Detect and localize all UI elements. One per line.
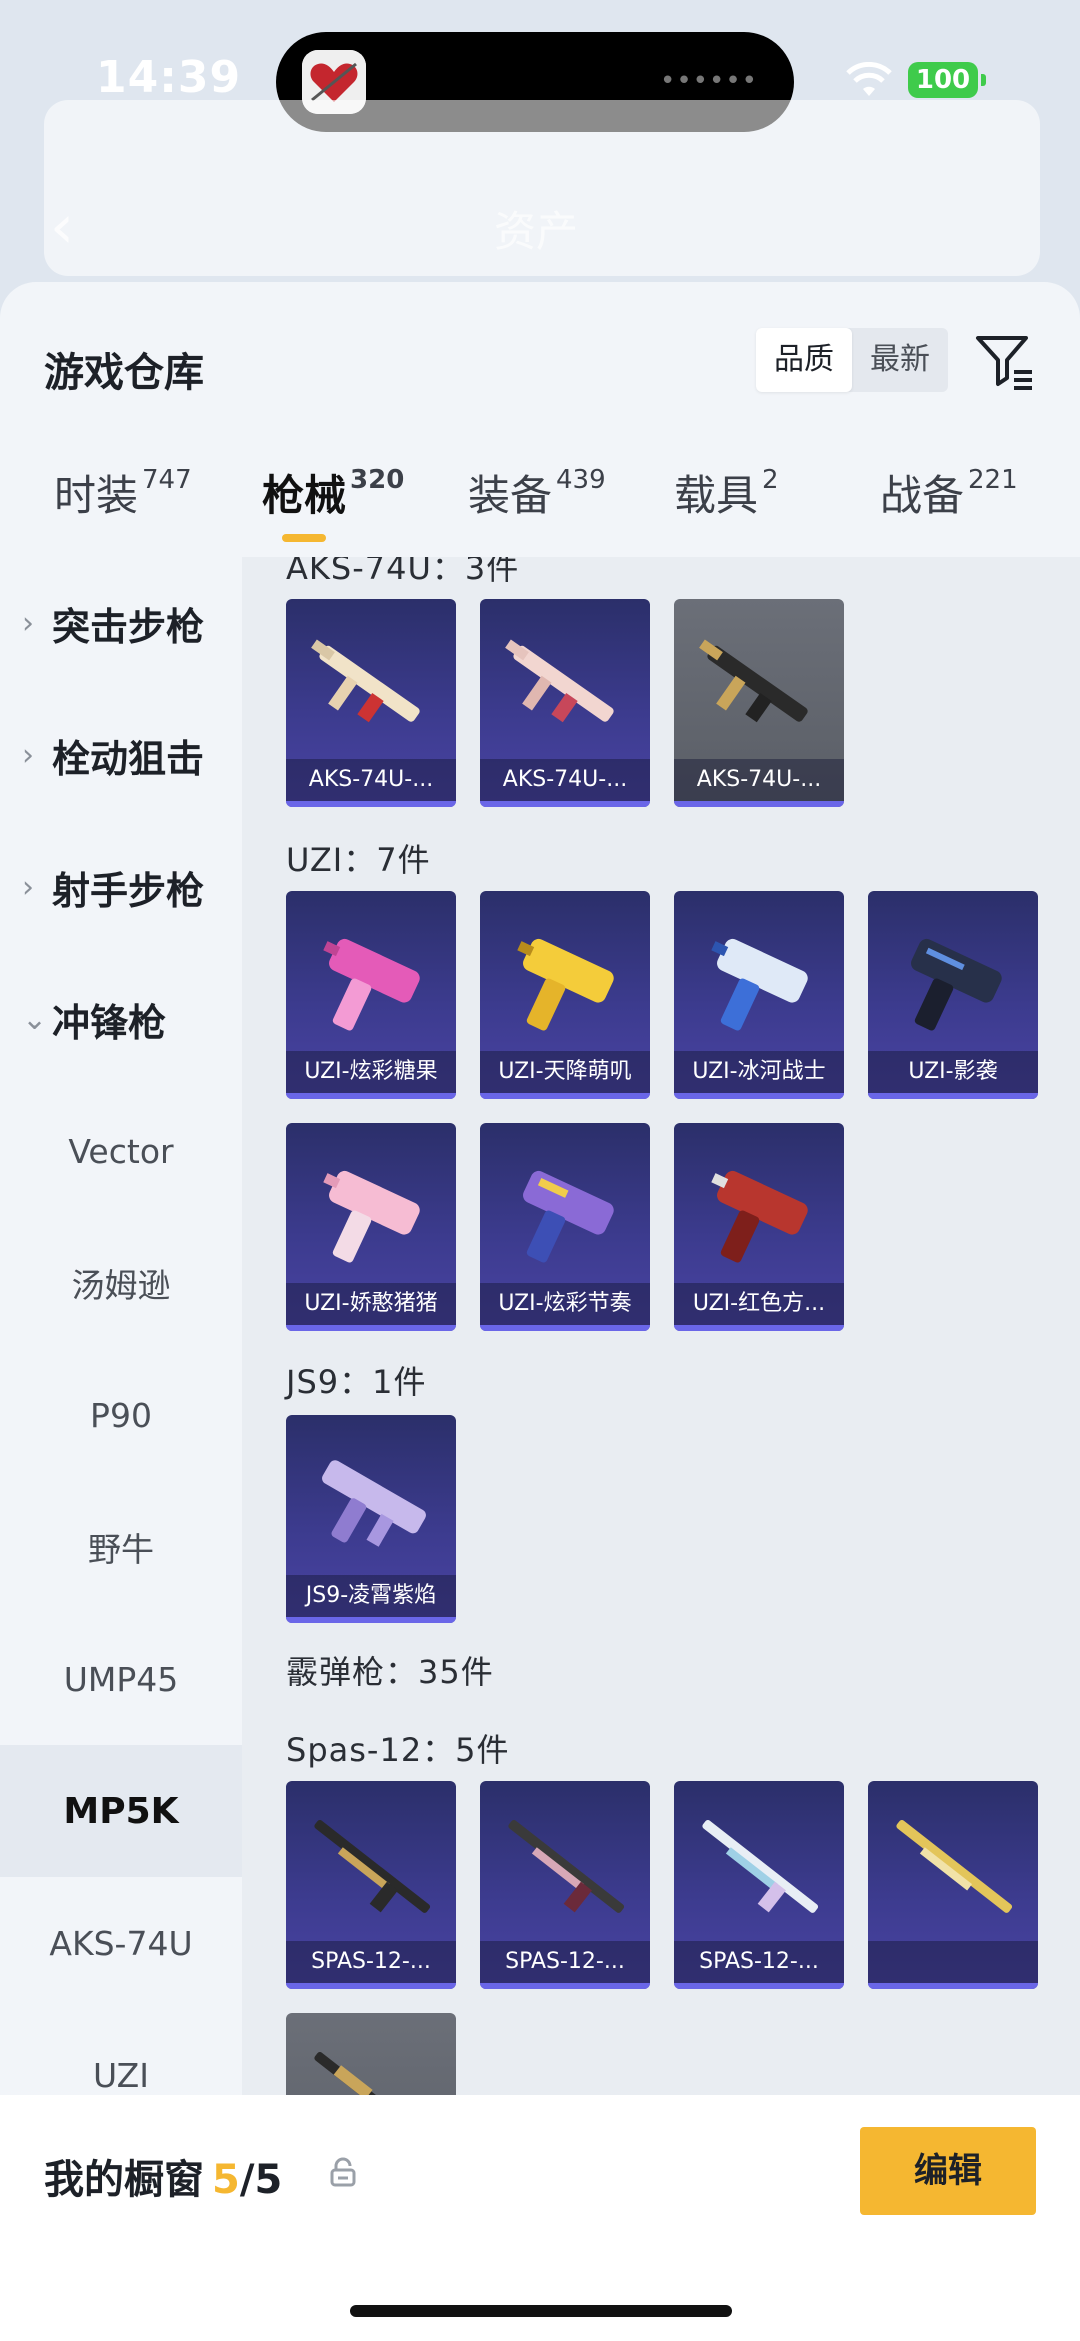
group-label-shotgun: 霰弹枪：35件 — [286, 1653, 494, 1691]
weapon-card[interactable]: UZI-娇憨猪猪 — [286, 1123, 456, 1331]
sidebar-item-ump45[interactable]: UMP45 — [0, 1613, 242, 1745]
group-label-js9: JS9：1件 — [286, 1363, 427, 1401]
smg-icon — [323, 1170, 420, 1263]
chevron-right-icon: › — [22, 737, 34, 773]
weapon-card[interactable]: JS9-凌霄紫焰 — [286, 1415, 456, 1623]
nav-title: 资产 — [494, 207, 579, 256]
battery-indicator: 100 — [908, 62, 986, 98]
sidebar-item-aks74u[interactable]: AKS-74U — [0, 1877, 242, 2009]
rifle-icon — [311, 639, 420, 723]
rifle-icon — [699, 639, 808, 723]
group-label-uzi: UZI：7件 — [286, 841, 431, 879]
weapon-card[interactable]: AKS-74U-... — [674, 599, 844, 807]
sidebar-item-vector[interactable]: Vector — [0, 1085, 242, 1217]
sidebar-cat-smg[interactable]: ⌄ 冲锋枪 — [0, 953, 242, 1085]
weapon-card[interactable]: SPAS-12-... — [286, 1781, 456, 1989]
showcase-count: 5 — [212, 2157, 240, 2203]
sort-latest[interactable]: 最新 — [852, 328, 948, 392]
island-dots: •••••• — [659, 66, 758, 96]
tab-vehicles[interactable]: 载具 2 — [674, 462, 779, 523]
sidebar-item-mp5k[interactable]: MP5K — [0, 1745, 242, 1877]
filter-icon[interactable] — [974, 330, 1034, 390]
group-label-spas12: Spas-12：5件 — [286, 1731, 510, 1769]
chevron-down-icon: ⌄ — [22, 1001, 48, 1037]
smg-icon — [711, 1170, 808, 1263]
tab-firearms[interactable]: 枪械 320 — [262, 462, 404, 523]
shotgun-icon — [314, 1819, 431, 1913]
showcase-label: 我的橱窗 5/5 — [44, 2157, 283, 2203]
weapon-grid: AKS-74U：3件 AKS-74U-... AKS-74U-... AKS-7… — [242, 557, 1080, 2341]
showcase-total: /5 — [239, 2157, 283, 2203]
category-tabs: 时装 747 枪械 320 装备 439 载具 2 战备 221 — [0, 462, 1080, 562]
wifi-icon — [846, 62, 892, 96]
smg-icon — [911, 938, 1002, 1031]
weapon-card[interactable] — [868, 1781, 1038, 1989]
sidebar-cat-bolt-sniper[interactable]: › 栓动狙击 — [0, 689, 242, 821]
sidebar-item-bizon[interactable]: 野牛 — [0, 1481, 242, 1613]
chevron-right-icon: › — [22, 869, 34, 905]
sidebar-item-thompson[interactable]: 汤姆逊 — [0, 1217, 242, 1349]
shotgun-icon — [896, 1819, 1013, 1913]
smg-icon — [711, 938, 808, 1031]
weapon-sidebar: › 突击步枪 › 栓动狙击 › 射手步枪 ⌄ 冲锋枪 Vector 汤姆逊 P90 野牛… — [0, 557, 242, 2341]
sidebar-cat-assault-rifle[interactable]: › 突击步枪 — [0, 557, 242, 689]
smg-icon — [517, 938, 614, 1031]
edit-button[interactable]: 编辑 — [860, 2127, 1036, 2215]
tab-fashion[interactable]: 时装 747 — [54, 462, 192, 523]
lock-icon — [330, 2157, 356, 2187]
weapon-card[interactable]: AKS-74U-... — [286, 599, 456, 807]
weapon-card[interactable]: SPAS-12-... — [674, 1781, 844, 1989]
shotgun-icon — [702, 1819, 819, 1913]
weapon-card[interactable]: UZI-炫彩糖果 — [286, 891, 456, 1099]
status-time: 14:39 — [96, 52, 242, 103]
chevron-right-icon: › — [22, 605, 34, 641]
weapon-card[interactable]: UZI-天降萌叽 — [480, 891, 650, 1099]
active-tab-indicator — [282, 534, 326, 542]
group-label-aks74u: AKS-74U：3件 — [286, 557, 520, 587]
rifle-icon — [505, 639, 614, 723]
sidebar-item-p90[interactable]: P90 — [0, 1349, 242, 1481]
home-indicator — [350, 2305, 732, 2317]
back-chevron-icon[interactable]: ‹ — [50, 192, 74, 262]
tab-equipment[interactable]: 装备 439 — [468, 462, 606, 523]
warehouse-panel: 游戏仓库 品质 最新 时装 747 枪械 320 装备 439 载具 2 战备 221 ›… — [0, 282, 1080, 2341]
panel-title: 游戏仓库 — [44, 350, 204, 396]
weapon-card[interactable]: UZI-红色方... — [674, 1123, 844, 1331]
weapon-card[interactable]: UZI-影袭 — [868, 891, 1038, 1099]
shotgun-icon — [508, 1819, 625, 1913]
smg-icon — [322, 1460, 426, 1547]
weapon-card[interactable]: UZI-炫彩节奏 — [480, 1123, 650, 1331]
blurred-nav-header: ‹ 资产 — [44, 100, 1040, 276]
sort-toggle: 品质 最新 — [756, 328, 948, 392]
smg-icon — [523, 1170, 614, 1263]
weapon-card[interactable]: AKS-74U-... — [480, 599, 650, 807]
showcase-bar: 我的橱窗 5/5 编辑 — [0, 2095, 1080, 2341]
smg-icon — [323, 938, 420, 1031]
sidebar-cat-marksman-rifle[interactable]: › 射手步枪 — [0, 821, 242, 953]
sort-quality[interactable]: 品质 — [756, 328, 852, 392]
weapon-card[interactable]: SPAS-12-... — [480, 1781, 650, 1989]
tab-supplies[interactable]: 战备 221 — [880, 462, 1018, 523]
weapon-card[interactable]: UZI-冰河战士 — [674, 891, 844, 1099]
